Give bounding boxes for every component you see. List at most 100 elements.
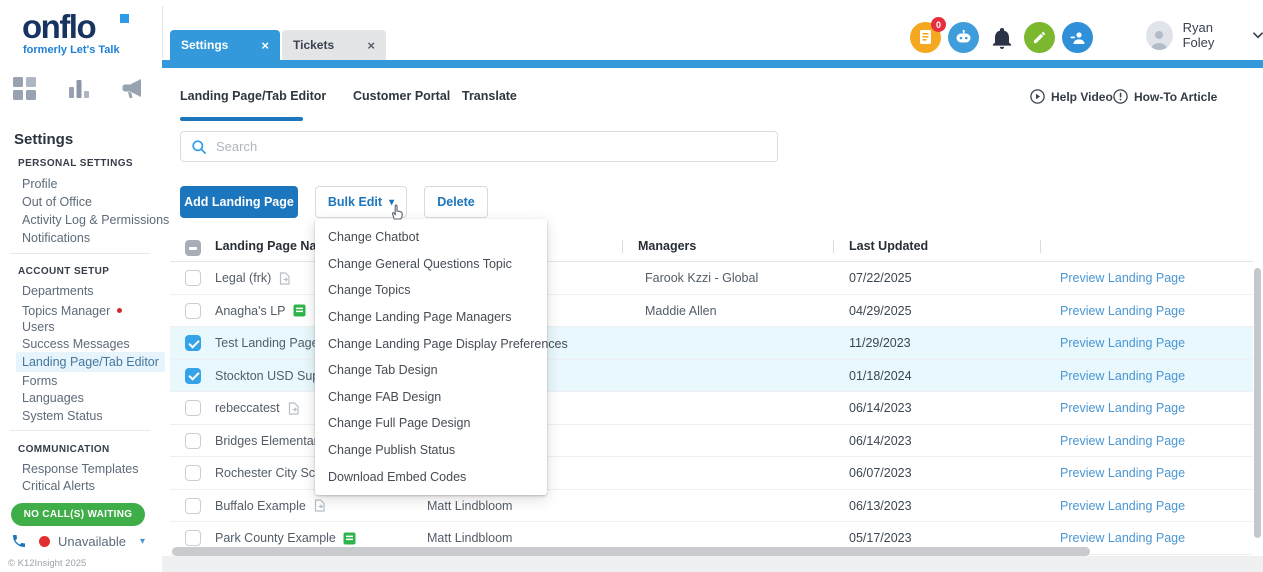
tasks-icon[interactable]: 0 [910,22,941,53]
row-checkbox[interactable] [185,368,201,384]
search-box[interactable] [180,131,778,162]
sidebar-item-languages[interactable]: Languages [22,391,84,405]
add-landing-page-button[interactable]: Add Landing Page [180,186,298,218]
broadcast-megaphone-icon[interactable] [120,77,147,101]
search-input[interactable] [216,139,736,154]
preview-landing-page-link[interactable]: Preview Landing Page [1060,336,1185,350]
preview-landing-page-link[interactable]: Preview Landing Page [1060,434,1185,448]
bulk-menu-item[interactable]: Change Full Page Design [315,410,547,437]
search-icon [191,139,207,155]
managers-cell: Maddie Allen [645,304,717,318]
row-extra-cell: Matt Lindbloom [427,531,512,545]
column-header-last-updated[interactable]: Last Updated [849,239,928,253]
howto-article-link[interactable]: How-To Article [1113,89,1217,104]
info-circle-icon [1113,89,1128,104]
preview-landing-page-link[interactable]: Preview Landing Page [1060,401,1185,415]
bulk-menu-item[interactable]: Change Tab Design [315,357,547,384]
delete-button[interactable]: Delete [424,186,488,218]
bulk-menu-item[interactable]: Download Embed Codes [315,463,547,490]
preview-landing-page-link[interactable]: Preview Landing Page [1060,304,1185,318]
form-icon [293,304,306,317]
close-icon[interactable]: × [261,38,269,53]
window-tab-settings-label: Settings [181,38,228,52]
sidebar-item-activity-log[interactable]: Activity Log & Permissions [22,213,169,227]
row-checkbox[interactable] [185,400,201,416]
sidebar-item-landing-page-tab-editor[interactable]: Landing Page/Tab Editor [16,352,165,372]
sidebar-item-success-messages[interactable]: Success Messages [22,337,130,351]
bulk-menu-item[interactable]: Change Landing Page Managers [315,304,547,331]
window-tab-tickets[interactable]: Tickets × [282,30,386,60]
tab-landing-page-editor[interactable]: Landing Page/Tab Editor [180,89,326,103]
page-icon [313,499,326,512]
availability-chevron-icon[interactable]: ▾ [140,536,145,547]
column-header-managers[interactable]: Managers [638,239,696,253]
sidebar-item-notifications[interactable]: Notifications [22,231,90,245]
landing-page-name: Bridges Elementary [215,434,324,448]
sidebar-section-communication: COMMUNICATION [18,444,110,455]
close-icon[interactable]: × [367,38,375,53]
sidebar-item-forms[interactable]: Forms [22,374,57,388]
support-agent-icon[interactable] [1062,22,1093,53]
bulk-menu-item[interactable]: Change General Questions Topic [315,251,547,278]
landing-page-name: Stockton USD Supt. [215,369,326,383]
landing-page-name: Park County Example [215,531,336,545]
row-checkbox[interactable] [185,335,201,351]
bulk-menu-item[interactable]: Change Topics [315,277,547,304]
row-checkbox[interactable] [185,270,201,286]
row-checkbox[interactable] [185,303,201,319]
preview-landing-page-link[interactable]: Preview Landing Page [1060,369,1185,383]
sidebar-divider [10,430,150,431]
preview-landing-page-link[interactable]: Preview Landing Page [1060,466,1185,480]
vertical-scrollbar[interactable] [1254,268,1261,538]
sidebar-item-users[interactable]: Users [22,320,55,334]
row-checkbox[interactable] [185,530,201,546]
tab-customer-portal[interactable]: Customer Portal [353,89,450,103]
sidebar-item-system-status[interactable]: System Status [22,409,103,423]
horizontal-scrollbar[interactable] [172,547,1090,556]
sidebar-item-departments[interactable]: Departments [22,284,94,298]
active-tab-underline [180,117,303,121]
last-updated-cell: 07/22/2025 [849,271,912,285]
row-checkbox[interactable] [185,465,201,481]
window-tab-tickets-label: Tickets [293,38,334,52]
bulk-menu-item[interactable]: Change Landing Page Display Preferences [315,330,547,357]
preview-landing-page-link[interactable]: Preview Landing Page [1060,531,1185,545]
reports-chart-icon[interactable] [66,77,92,101]
notifications-bell-icon[interactable] [986,22,1017,53]
compose-icon[interactable] [1024,22,1055,53]
chatbot-icon[interactable] [948,22,979,53]
bulk-menu-item[interactable]: Change Chatbot [315,224,547,251]
sidebar-item-response-templates[interactable]: Response Templates [22,462,139,476]
managers-cell: Farook Kzzi - Global [645,271,758,285]
apps-grid-icon[interactable] [12,76,38,102]
preview-landing-page-link[interactable]: Preview Landing Page [1060,499,1185,513]
sidebar-item-out-of-office[interactable]: Out of Office [22,195,92,209]
row-checkbox[interactable] [185,498,201,514]
last-updated-cell: 05/17/2023 [849,531,912,545]
bottom-band [162,556,1263,572]
sidebar-item-profile[interactable]: Profile [22,177,57,191]
sidebar-section-account: ACCOUNT SETUP [18,266,109,277]
bulk-menu-item[interactable]: Change Publish Status [315,437,547,464]
landing-page-name: Test Landing Page [215,336,319,350]
user-name: Ryan Foley [1183,20,1243,50]
logo-accent [120,14,129,23]
bulk-edit-label: Bulk Edit [328,195,382,209]
app-logo[interactable]: onflo [22,8,95,46]
sidebar-section-personal: PERSONAL SETTINGS [18,158,133,169]
sidebar-item-critical-alerts[interactable]: Critical Alerts [22,479,95,493]
logo-tagline: formerly Let's Talk [23,44,120,56]
last-updated-cell: 04/29/2025 [849,304,912,318]
tab-translate[interactable]: Translate [462,89,517,103]
availability-control[interactable]: Unavailable ▾ [11,533,151,549]
bulk-menu-item[interactable]: Change FAB Design [315,384,547,411]
preview-landing-page-link[interactable]: Preview Landing Page [1060,271,1185,285]
user-menu[interactable]: Ryan Foley [1146,20,1263,50]
sidebar-item-topics-manager[interactable]: Topics Manager [22,304,110,318]
row-checkbox[interactable] [185,433,201,449]
window-tab-settings[interactable]: Settings × [170,30,280,60]
select-all-checkbox[interactable] [185,240,201,256]
availability-label: Unavailable [58,534,126,549]
help-video-link[interactable]: Help Video [1030,89,1113,104]
row-extra-cell: Matt Lindbloom [427,499,512,513]
